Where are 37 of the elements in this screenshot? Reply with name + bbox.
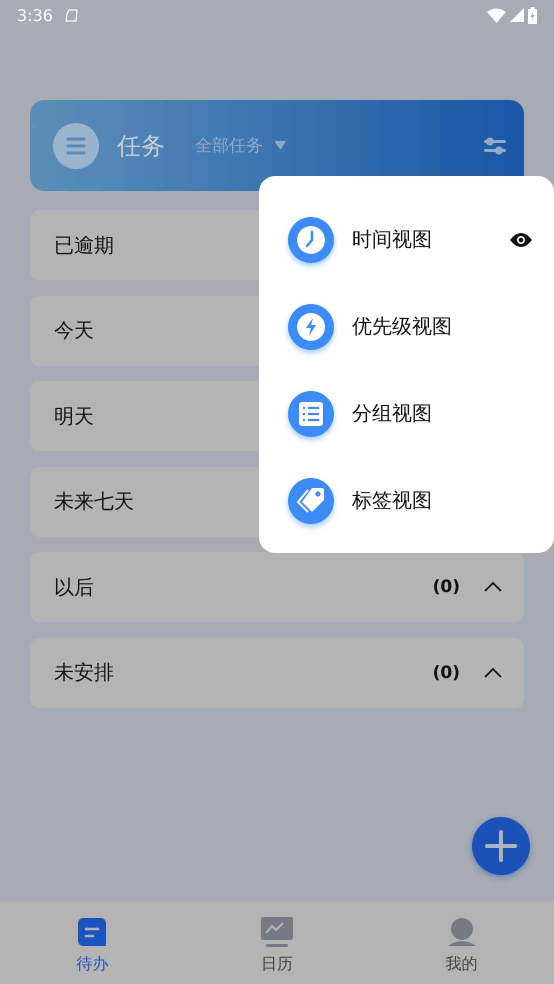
menu-button[interactable] (53, 122, 99, 168)
task-group-row[interactable]: 未安排 (0) (30, 638, 524, 708)
plus-icon (485, 830, 517, 862)
wifi-icon (487, 8, 506, 22)
header-title: 任务 (117, 130, 165, 162)
view-menu-item[interactable]: 分组视图 (288, 370, 532, 457)
view-menu-item[interactable]: 优先级视图 (288, 283, 532, 370)
notification-icon (64, 8, 79, 22)
view-menu-item[interactable]: 时间视图 (288, 196, 532, 283)
add-button[interactable] (472, 817, 530, 875)
menu-icon (66, 136, 86, 154)
lightning-icon (288, 304, 334, 350)
nav-tab[interactable]: 日历 (184, 902, 370, 984)
group-title: 未来七天 (54, 488, 134, 515)
group-title: 已逾期 (54, 232, 114, 258)
list-icon (288, 390, 334, 436)
user-icon (448, 918, 476, 946)
status-time: 3:36 (17, 6, 53, 24)
battery-icon (528, 6, 537, 24)
group-count: (0) (432, 662, 460, 682)
chart-monitor-icon (261, 917, 293, 947)
note-icon (78, 918, 106, 946)
sliders-icon[interactable] (484, 136, 506, 156)
group-title: 以后 (54, 574, 94, 600)
group-title: 未安排 (54, 659, 114, 686)
group-title: 明天 (54, 402, 94, 430)
chevron-icon[interactable] (484, 666, 502, 678)
group-title: 今天 (54, 317, 94, 344)
task-group-row[interactable]: 以后 (0) (30, 552, 524, 622)
view-menu-item[interactable]: 标签视图 (288, 457, 532, 544)
tag-icon (288, 478, 334, 524)
clock-icon (288, 216, 334, 262)
nav-tab[interactable]: 我的 (369, 902, 554, 984)
chevron-icon[interactable] (484, 581, 502, 593)
signal-icon (510, 8, 524, 22)
dropdown-triangle-icon[interactable] (275, 141, 286, 150)
group-count: (0) (432, 577, 460, 597)
